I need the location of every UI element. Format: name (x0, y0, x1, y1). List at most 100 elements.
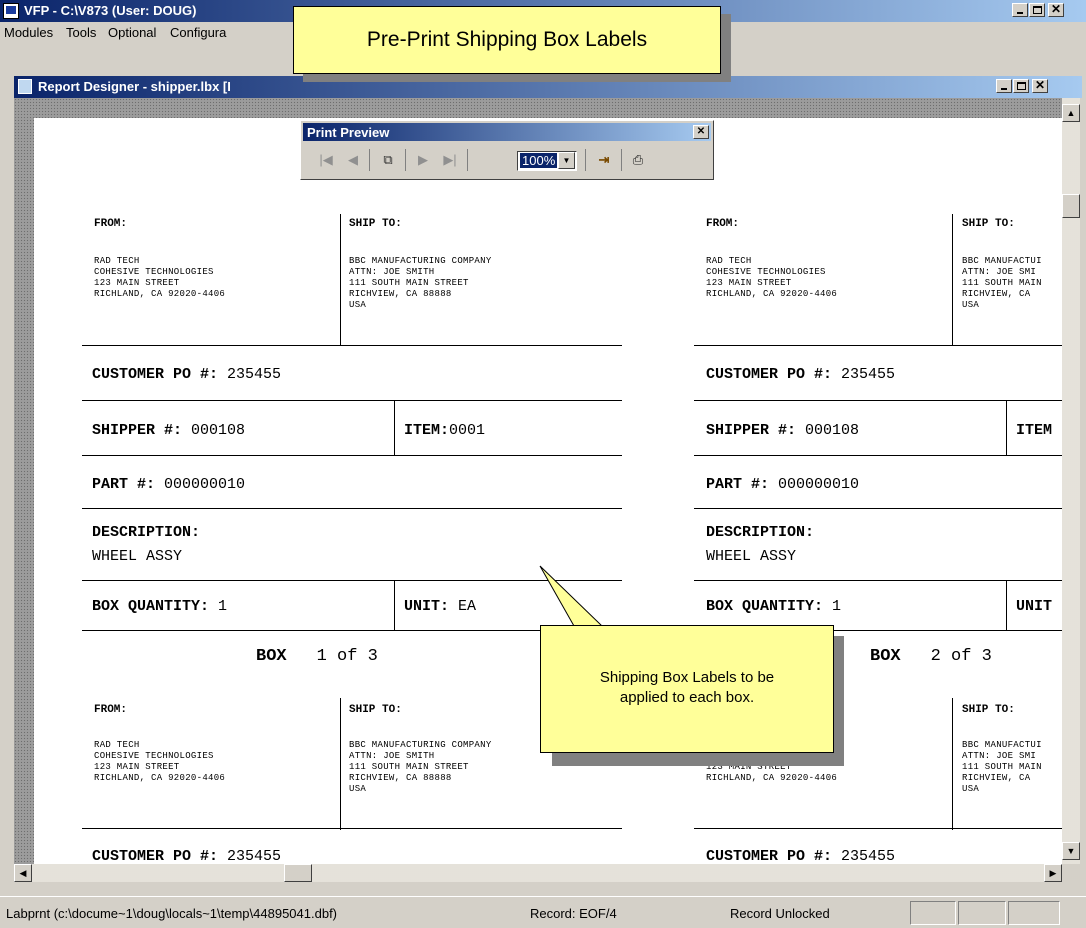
divider (394, 400, 395, 455)
po-row-2: CUSTOMER PO #: 235455 (706, 366, 896, 383)
app-minimize-button[interactable] (1012, 3, 1028, 17)
unit-row-1: UNIT: EA (404, 598, 477, 615)
previous-page-icon[interactable]: ◀ (343, 149, 363, 171)
from-header-3: FROM: (94, 704, 128, 716)
po-row-3: CUSTOMER PO #: 235455 (92, 848, 282, 864)
callout-title-box: Pre-Print Shipping Box Labels (293, 6, 721, 74)
ship-line-3b: ATTN: JOE SMITH (349, 751, 435, 761)
app-close-button[interactable]: ✕ (1048, 3, 1064, 17)
ship-line-4d: RICHVIEW, CA (962, 773, 1031, 783)
status-file: Labprnt (c:\docume~1\doug\locals~1\temp\… (6, 906, 338, 921)
from-line-1d: RICHLAND, CA 92020-4406 (94, 289, 226, 299)
divider (1006, 580, 1007, 630)
divider (369, 149, 370, 171)
ship-header-1: SHIP TO: (349, 218, 402, 230)
divider (952, 698, 953, 830)
status-panel (958, 901, 1006, 925)
from-line-3c: 123 MAIN STREET (94, 762, 180, 772)
toolbar-close-button[interactable]: ✕ (693, 125, 709, 139)
ship-line-2e: USA (962, 300, 980, 310)
last-page-icon[interactable]: ▶| (439, 149, 461, 171)
report-icon (18, 79, 32, 94)
part-row-2: PART #: 000000010 (706, 476, 860, 493)
callout-pointer (539, 565, 604, 627)
app-maximize-button[interactable] (1029, 3, 1045, 17)
horizontal-scroll-thumb[interactable] (284, 864, 312, 882)
status-lock: Record Unlocked (730, 906, 830, 921)
ship-line-3a: BBC MANUFACTURING COMPANY (349, 740, 492, 750)
desc-value-1: WHEEL ASSY (92, 548, 183, 565)
divider (340, 214, 341, 346)
divider (621, 149, 622, 171)
vertical-scrollbar[interactable]: ▲ ▼ (1062, 98, 1080, 864)
first-page-icon[interactable]: |◀ (315, 149, 337, 171)
ship-line-2a: BBC MANUFACTUI (962, 256, 1042, 266)
ship-line-2b: ATTN: JOE SMI (962, 267, 1037, 277)
ship-line-1d: RICHVIEW, CA 88888 (349, 289, 452, 299)
scroll-up-arrow-icon[interactable]: ▲ (1062, 104, 1080, 122)
next-page-icon[interactable]: ▶ (413, 149, 433, 171)
divider (1006, 400, 1007, 455)
status-panel (1008, 901, 1060, 925)
from-line-4d: RICHLAND, CA 92020-4406 (706, 773, 838, 783)
menu-tools[interactable]: Tools (66, 25, 96, 40)
divider (394, 580, 395, 630)
divider (694, 508, 1062, 509)
divider (405, 149, 406, 171)
copy-page-icon[interactable]: ⧉ (377, 149, 399, 171)
scroll-right-arrow-icon[interactable]: ▶ (1044, 864, 1062, 882)
resize-grip-icon[interactable] (1062, 864, 1080, 882)
divider (82, 828, 622, 829)
ship-line-1a: BBC MANUFACTURING COMPANY (349, 256, 492, 266)
app-icon (3, 3, 19, 19)
exit-door-icon[interactable]: ⇥ (593, 149, 615, 171)
toolbar-title-bar: Print Preview ✕ (303, 123, 711, 141)
scroll-down-arrow-icon[interactable]: ▼ (1062, 842, 1080, 860)
chevron-down-icon[interactable]: ▼ (558, 152, 575, 169)
divider (467, 149, 468, 171)
menu-configuration[interactable]: Configura (170, 25, 226, 40)
print-preview-toolbar: Print Preview ✕ |◀ ◀ ⧉ ▶ ▶| 100% ▼ ⇥ ⎙ (300, 120, 714, 180)
ship-header-2: SHIP TO: (962, 218, 1015, 230)
from-line-1b: COHESIVE TECHNOLOGIES (94, 267, 214, 277)
desc-value-2: WHEEL ASSY (706, 548, 797, 565)
from-line-1a: RAD TECH (94, 256, 140, 266)
menu-optional[interactable]: Optional (108, 25, 156, 40)
divider (585, 149, 586, 171)
divider (82, 345, 622, 346)
ship-header-4: SHIP TO: (962, 704, 1015, 716)
designer-close-button[interactable]: ✕ (1032, 79, 1048, 93)
from-line-3a: RAD TECH (94, 740, 140, 750)
designer-maximize-button[interactable] (1013, 79, 1029, 93)
app-title: VFP - C:\V873 (User: DOUG) (24, 3, 197, 18)
status-record: Record: EOF/4 (530, 906, 617, 921)
po-row-4: CUSTOMER PO #: 235455 (706, 848, 896, 864)
part-row-1: PART #: 000000010 (92, 476, 246, 493)
designer-title: Report Designer - shipper.lbx [I (38, 79, 231, 94)
qty-row-1: BOX QUANTITY: 1 (92, 598, 228, 615)
menu-modules[interactable]: Modules (4, 25, 53, 40)
preview-area: FROM: RAD TECH COHESIVE TECHNOLOGIES 123… (14, 98, 1062, 864)
divider (952, 214, 953, 346)
divider (82, 508, 622, 509)
from-line-3d: RICHLAND, CA 92020-4406 (94, 773, 226, 783)
divider (82, 400, 622, 401)
toolbar-title: Print Preview (307, 125, 390, 140)
from-header-1: FROM: (94, 218, 128, 230)
from-header-2: FROM: (706, 218, 740, 230)
item-row-2: ITEM (1016, 422, 1053, 439)
callout-title-text: Pre-Print Shipping Box Labels (366, 28, 648, 51)
printer-icon[interactable]: ⎙ (627, 149, 649, 171)
toolbar-body: |◀ ◀ ⧉ ▶ ▶| 100% ▼ ⇥ ⎙ (303, 143, 711, 177)
scroll-left-arrow-icon[interactable]: ◀ (14, 864, 32, 882)
from-line-2b: COHESIVE TECHNOLOGIES (706, 267, 826, 277)
horizontal-scrollbar[interactable]: ◀ ▶ (14, 864, 1062, 882)
ship-line-3e: USA (349, 784, 367, 794)
zoom-select[interactable]: 100% ▼ (517, 151, 577, 171)
vertical-scroll-thumb[interactable] (1062, 194, 1080, 218)
box-count-1: BOX 1 of 3 (256, 647, 378, 666)
ship-line-1c: 111 SOUTH MAIN STREET (349, 278, 469, 288)
qty-row-2: BOX QUANTITY: 1 (706, 598, 842, 615)
designer-minimize-button[interactable] (996, 79, 1012, 93)
callout-note-box: Shipping Box Labels to be applied to eac… (540, 625, 834, 753)
